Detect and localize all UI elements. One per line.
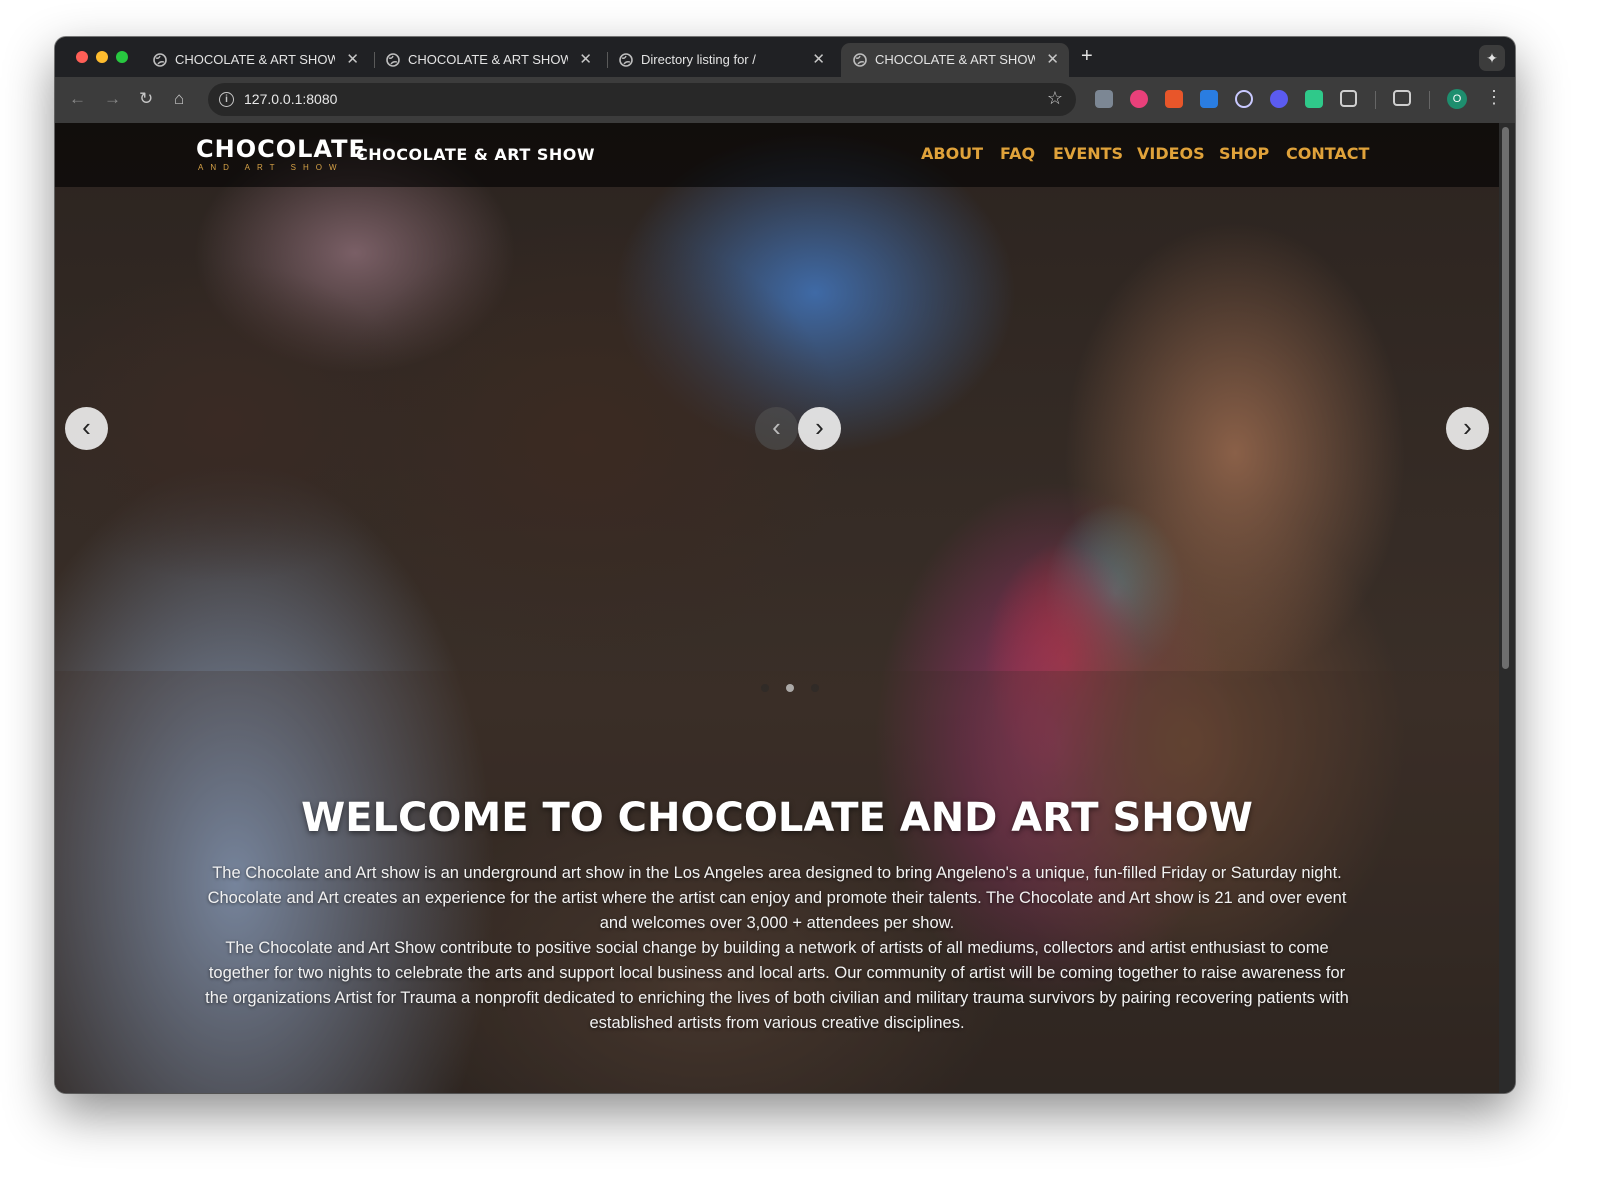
nav-about[interactable]: ABOUT [921,144,983,163]
site-logo[interactable]: CHOCOLATE [196,135,366,163]
toolbar-separator [1375,91,1376,109]
close-tab-icon[interactable]: ✕ [1046,50,1059,68]
address-bar[interactable]: i 127.0.0.1:8080 ☆ [208,83,1076,116]
home-icon[interactable]: ⌂ [174,89,184,109]
tab-title: CHOCOLATE & ART SHOW [175,52,335,67]
hero-description: The Chocolate and Art show is an undergr… [199,861,1355,1036]
globe-icon [853,53,867,67]
extension-face-icon[interactable] [1130,90,1148,108]
carousel-dot[interactable] [811,684,819,692]
globe-icon [386,53,400,67]
extension-link-icon[interactable] [1270,90,1288,108]
tab-search-icon[interactable] [1393,90,1411,106]
forward-icon[interactable]: → [104,89,121,109]
profile-avatar[interactable]: O [1447,89,1467,109]
browser-tab[interactable]: Directory listing for / ✕ [607,43,835,77]
new-tab-button[interactable]: + [1081,45,1093,68]
minimize-window-button[interactable] [96,51,108,63]
toolbar-separator [1429,91,1430,109]
site-logo-subtitle: AND ART SHOW [198,163,344,172]
nav-faq[interactable]: FAQ [1000,144,1035,163]
nav-events[interactable]: EVENTS [1053,144,1123,163]
zoom-window-button[interactable] [116,51,128,63]
close-tab-icon[interactable]: ✕ [579,50,592,68]
nav-contact[interactable]: CONTACT [1286,144,1369,163]
extension-download-icon[interactable] [1200,90,1218,108]
browser-tab[interactable]: CHOCOLATE & ART SHOW ✕ [141,43,369,77]
browser-toolbar: ← → ↻ ⌂ i 127.0.0.1:8080 ☆ O ⋮ [55,77,1515,123]
site-info-icon[interactable]: i [219,92,234,107]
carousel-next-button[interactable]: › [1446,407,1489,450]
hero-paragraph: The Chocolate and Art show is an undergr… [207,864,1347,932]
reload-icon[interactable]: ↻ [139,89,153,109]
back-icon[interactable]: ← [69,89,86,109]
browser-window: CHOCOLATE & ART SHOW ✕ CHOCOLATE & ART S… [55,37,1515,1093]
browser-menu-icon[interactable]: ⋮ [1485,87,1503,108]
carousel-prev-button[interactable]: ‹ [65,407,108,450]
browser-tab-active[interactable]: CHOCOLATE & ART SHOW ✕ [841,43,1069,77]
extension-code-icon[interactable] [1095,90,1113,108]
carousel-dot[interactable] [761,684,769,692]
carousel-prev-inner-button[interactable]: ‹ [755,407,798,450]
page-scrollbar-thumb[interactable] [1502,127,1509,669]
nav-shop[interactable]: SHOP [1219,144,1269,163]
carousel-next-inner-button[interactable]: › [798,407,841,450]
extension-swirl-icon[interactable] [1165,90,1183,108]
extension-react-icon[interactable] [1235,90,1253,108]
close-window-button[interactable] [76,51,88,63]
site-header: CHOCOLATE AND ART SHOW CHOCOLATE & ART S… [55,123,1499,187]
globe-icon [619,53,633,67]
close-tab-icon[interactable]: ✕ [346,50,359,68]
url-text[interactable]: 127.0.0.1:8080 [244,91,337,107]
extensions-puzzle-icon[interactable] [1340,90,1357,107]
extension-lines-icon[interactable] [1305,90,1323,108]
hero-paragraph: The Chocolate and Art Show contribute to… [205,939,1349,1032]
tab-strip: CHOCOLATE & ART SHOW ✕ CHOCOLATE & ART S… [55,37,1515,77]
site-title[interactable]: CHOCOLATE & ART SHOW [356,145,595,164]
tab-title: CHOCOLATE & ART SHOW [875,52,1035,67]
page-viewport: CHOCOLATE AND ART SHOW CHOCOLATE & ART S… [55,123,1499,1093]
nav-videos[interactable]: VIDEOS [1137,144,1205,163]
sparkle-icon[interactable]: ✦ [1479,45,1505,71]
close-tab-icon[interactable]: ✕ [812,50,825,68]
browser-tab[interactable]: CHOCOLATE & ART SHOW ✕ [374,43,602,77]
carousel-dot-active[interactable] [786,684,794,692]
tab-title: Directory listing for / [641,52,756,67]
hero-heading: WELCOME TO CHOCOLATE AND ART SHOW [301,795,1253,841]
tab-title: CHOCOLATE & ART SHOW [408,52,568,67]
bookmark-star-icon[interactable]: ☆ [1047,88,1063,109]
globe-icon [153,53,167,67]
